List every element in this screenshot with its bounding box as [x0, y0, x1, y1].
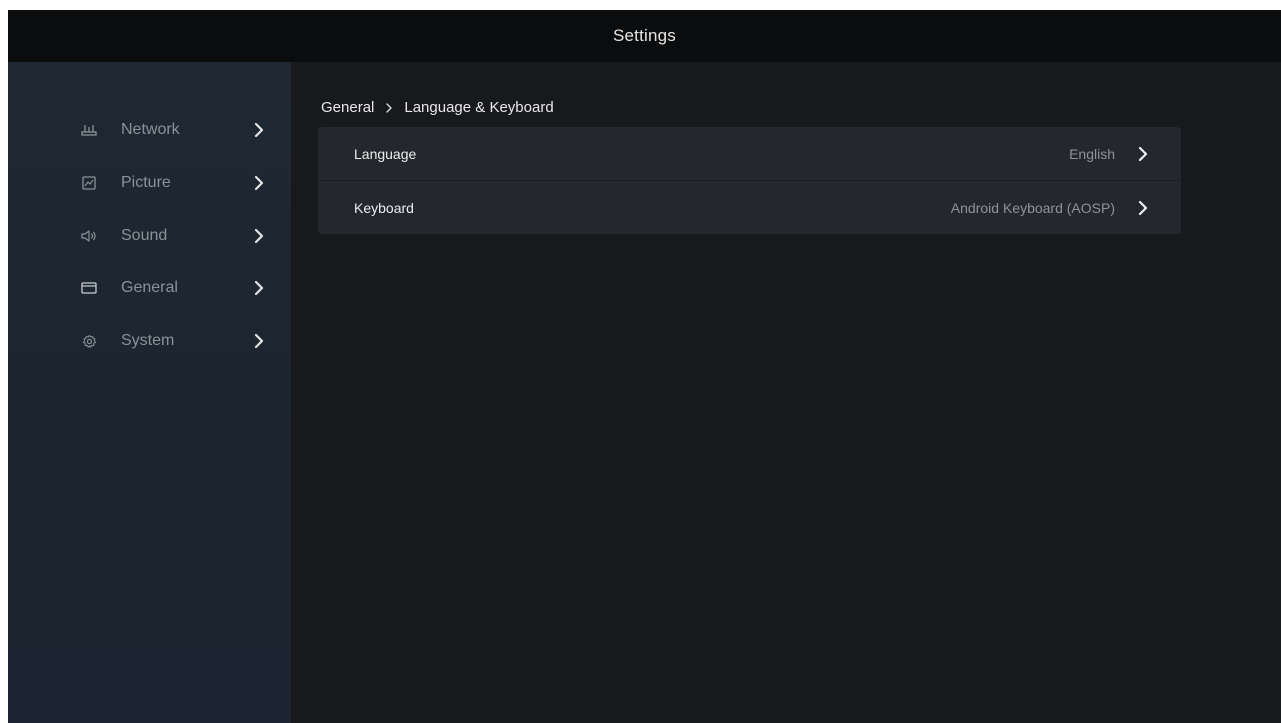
- network-icon: [80, 121, 98, 139]
- sidebar-item-network[interactable]: Network: [8, 110, 291, 150]
- breadcrumb-separator-icon: [382, 101, 396, 115]
- sound-icon: [80, 227, 98, 245]
- chevron-right-icon: [254, 122, 264, 138]
- setting-row-keyboard[interactable]: Keyboard Android Keyboard (AOSP): [318, 180, 1181, 234]
- setting-label: Keyboard: [354, 199, 414, 216]
- sidebar-item-label: Sound: [121, 227, 168, 244]
- system-icon: [80, 332, 98, 350]
- chevron-right-icon: [254, 228, 264, 244]
- settings-screen: Settings Network Picture Sound General S…: [8, 10, 1281, 723]
- chevron-right-icon: [254, 175, 264, 191]
- sidebar-item-label: General: [121, 279, 178, 296]
- breadcrumb-parent[interactable]: General: [321, 99, 374, 116]
- setting-value: Android Keyboard (AOSP): [950, 199, 1115, 216]
- page-title: Settings: [612, 26, 677, 45]
- breadcrumb: General Language & Keyboard: [321, 99, 554, 116]
- chevron-right-icon: [1138, 200, 1148, 215]
- sidebar-item-sound[interactable]: Sound: [8, 216, 291, 256]
- sidebar-item-label: System: [121, 332, 175, 349]
- sidebar-item-label: Network: [121, 121, 180, 138]
- title-bar: Settings: [8, 10, 1281, 62]
- general-icon: [80, 279, 98, 297]
- sidebar-item-system[interactable]: System: [8, 321, 291, 361]
- content-panel: General Language & Keyboard Language Eng…: [291, 62, 1281, 723]
- sidebar-item-label: Picture: [121, 174, 171, 191]
- sidebar: Network Picture Sound General System: [8, 62, 291, 723]
- setting-label: Language: [354, 145, 417, 162]
- sidebar-item-picture[interactable]: Picture: [8, 163, 291, 203]
- chevron-right-icon: [254, 333, 264, 349]
- sidebar-item-general[interactable]: General: [8, 268, 291, 308]
- setting-row-language[interactable]: Language English: [318, 127, 1181, 180]
- breadcrumb-current: Language & Keyboard: [404, 99, 554, 116]
- setting-value: English: [1069, 145, 1115, 162]
- picture-icon: [80, 174, 98, 192]
- chevron-right-icon: [254, 280, 264, 296]
- settings-list: Language English Keyboard Android Keyboa…: [318, 127, 1181, 234]
- chevron-right-icon: [1138, 146, 1148, 161]
